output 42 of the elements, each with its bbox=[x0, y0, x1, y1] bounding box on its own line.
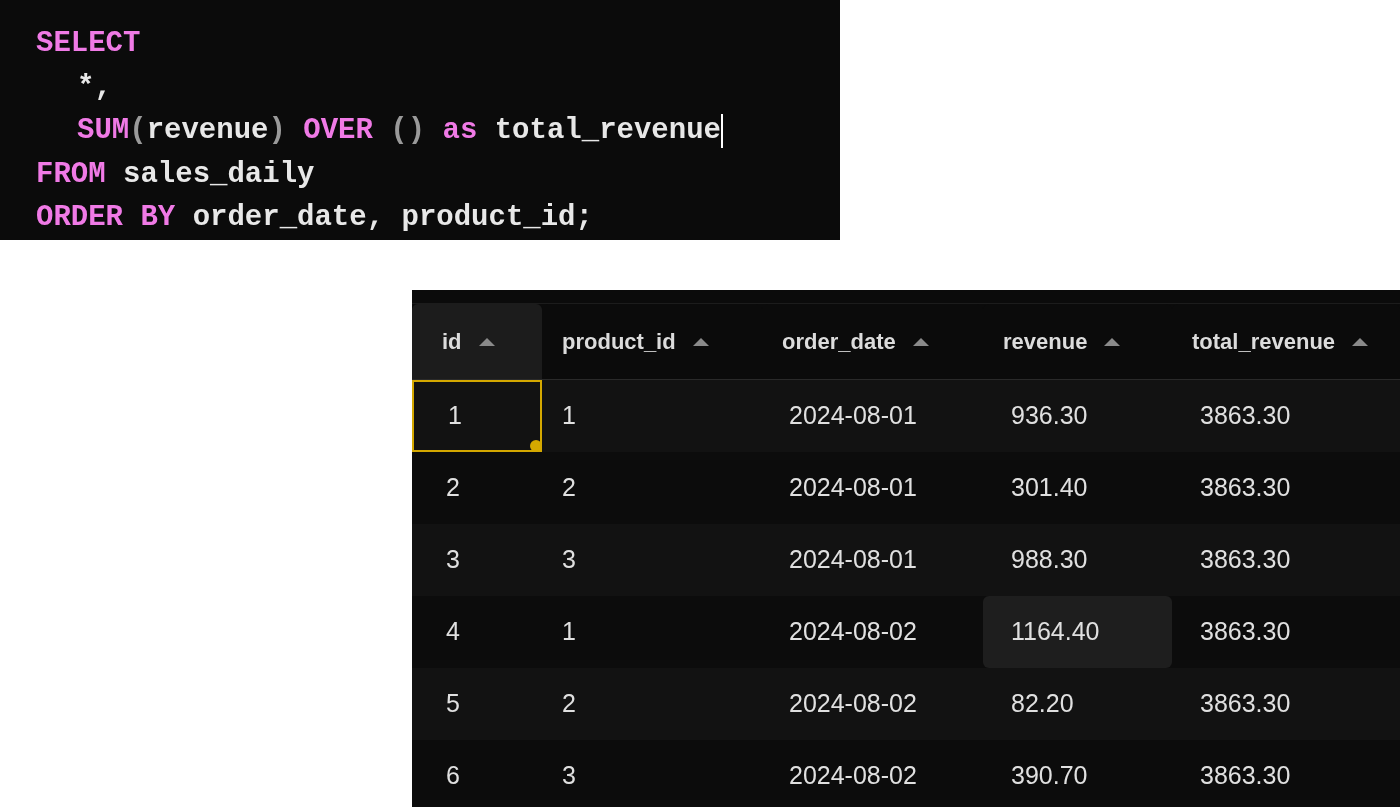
table-cell[interactable]: 6 bbox=[412, 739, 542, 807]
table-cell[interactable]: 390.70 bbox=[983, 739, 1172, 807]
sort-caret-icon[interactable] bbox=[691, 336, 710, 346]
table-cell[interactable]: 3863.30 bbox=[1172, 451, 1400, 524]
table-cell[interactable]: 3863.30 bbox=[1172, 667, 1400, 740]
table-cell[interactable]: 2024-08-01 bbox=[762, 451, 983, 524]
table-cell[interactable]: 2024-08-02 bbox=[762, 739, 983, 807]
table-cell[interactable]: 3 bbox=[542, 523, 762, 596]
table-cell[interactable]: 1164.40 bbox=[983, 595, 1172, 668]
table-cell[interactable]: 2 bbox=[542, 667, 762, 740]
text-cursor bbox=[720, 113, 723, 148]
table-cell[interactable]: 3 bbox=[542, 739, 762, 807]
table-cell[interactable]: 3863.30 bbox=[1172, 523, 1400, 596]
table-cell[interactable]: 1 bbox=[542, 379, 762, 452]
table-cell[interactable]: 2 bbox=[542, 451, 762, 524]
table-cell[interactable]: 301.40 bbox=[983, 451, 1172, 524]
code-line: SELECT bbox=[36, 26, 141, 62]
sort-caret-icon[interactable] bbox=[477, 336, 496, 346]
table-cell[interactable]: 4 bbox=[412, 595, 542, 668]
table-cell[interactable]: 1 bbox=[542, 595, 762, 668]
table-cell[interactable]: 3863.30 bbox=[1172, 595, 1400, 668]
code-line: FROM sales_daily bbox=[36, 156, 315, 193]
table-cell[interactable]: 82.20 bbox=[983, 667, 1172, 740]
table-cell[interactable]: 5 bbox=[412, 667, 542, 740]
column-header[interactable]: id bbox=[412, 303, 542, 379]
table-cell[interactable]: 2 bbox=[412, 451, 542, 524]
table-cell[interactable]: 2024-08-01 bbox=[762, 523, 983, 596]
code-line: SUM(revenue) OVER () as total_revenue bbox=[76, 112, 723, 150]
table-cell[interactable]: 988.30 bbox=[983, 523, 1172, 596]
table-cell[interactable]: 3863.30 bbox=[1172, 379, 1400, 452]
table-cell[interactable]: 3863.30 bbox=[1172, 739, 1400, 807]
table-cell[interactable]: 936.30 bbox=[983, 379, 1172, 452]
table-cell[interactable]: 3 bbox=[412, 523, 542, 596]
sort-caret-icon[interactable] bbox=[911, 336, 930, 346]
code-line: ORDER BY order_date, product_id; bbox=[36, 200, 593, 236]
sort-caret-icon[interactable] bbox=[1103, 336, 1122, 346]
code-line: *, bbox=[76, 69, 112, 106]
table-cell[interactable]: 2024-08-02 bbox=[762, 595, 983, 668]
sort-caret-icon[interactable] bbox=[1351, 336, 1370, 346]
table-cell[interactable]: 2024-08-01 bbox=[762, 379, 983, 452]
fill-handle[interactable] bbox=[530, 439, 542, 452]
table-cell[interactable]: 2024-08-02 bbox=[762, 667, 983, 740]
